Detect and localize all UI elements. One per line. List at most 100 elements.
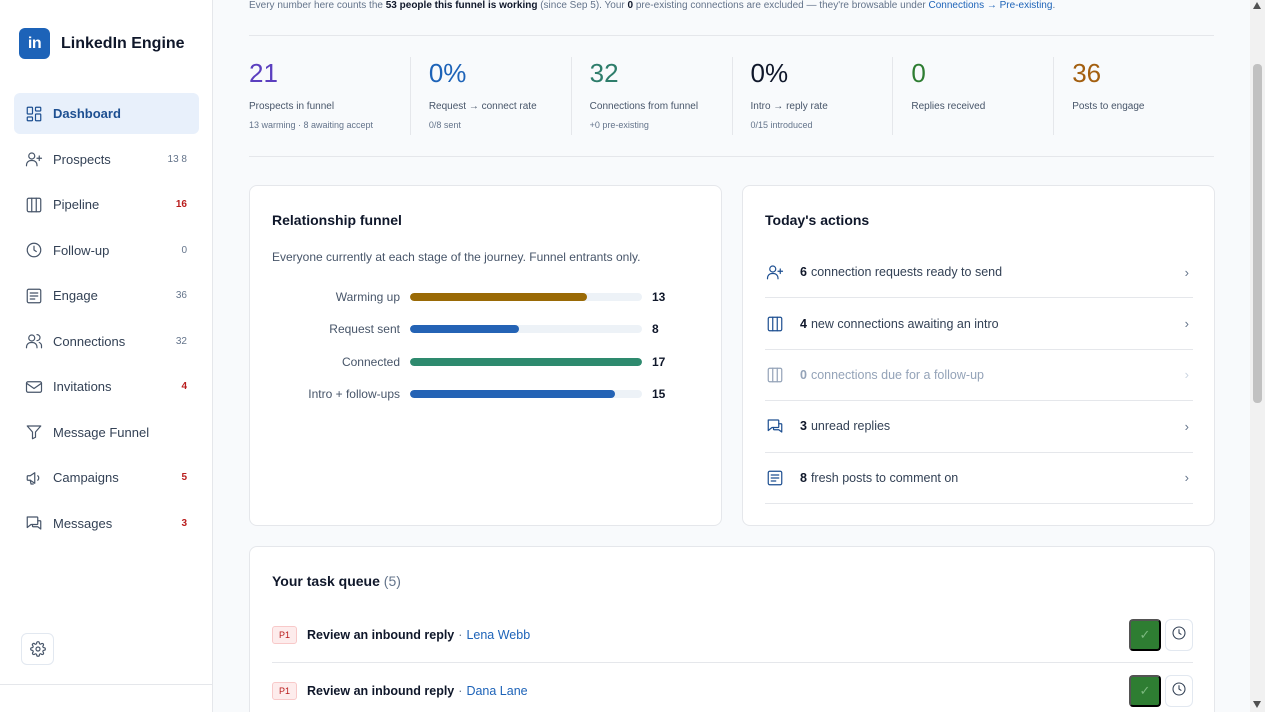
stats-row: 21 Prospects in funnel 13 warming · 8 awai… <box>249 57 1214 135</box>
sidebar-item-pipeline[interactable]: Pipeline 16 <box>14 184 199 225</box>
sidebar-item-follow-up[interactable]: Follow-up 0 <box>14 230 199 271</box>
sidebar-item-prospects[interactable]: Prospects 13 8 <box>14 139 199 180</box>
funnel-stage-request-sent: Request sent 8 <box>272 313 702 345</box>
chevron-right-icon: › <box>1184 418 1189 434</box>
main-content: Every number here counts the 53 people t… <box>213 0 1250 712</box>
task-person-link[interactable]: Lena Webb <box>466 628 530 642</box>
snooze-button[interactable] <box>1165 618 1193 651</box>
mark-done-button[interactable]: ✓ <box>1129 674 1161 707</box>
sidebar-item-label: Invitations <box>53 379 112 394</box>
action-count: 3 <box>800 419 807 434</box>
sidebar-item-label: Message Funnel <box>53 424 150 440</box>
funnel-bar-fill <box>410 357 642 366</box>
task-row[interactable]: P1 Review an inbound reply · Lena Webb ✓ <box>272 607 1193 663</box>
sidebar-item-label: Dashboard <box>53 106 121 121</box>
action-connections-due-for-a-follow-up[interactable]: 0 connections due for a follow-up › <box>765 350 1193 402</box>
check-icon: ✓ <box>1139 626 1151 642</box>
sidebar-item-badge: 16 <box>175 199 187 210</box>
stat-label: Connections from funnel <box>589 101 699 112</box>
action-unread-replies[interactable]: 3 unread replies › <box>765 401 1193 453</box>
snooze-button[interactable] <box>1165 674 1193 707</box>
chat-icon <box>25 514 43 532</box>
task-queue-card: Your task queue (5) P1 Review an inbound … <box>249 546 1215 712</box>
notice-people-count: 53 people this funnel is working <box>385 0 538 11</box>
action-new-connections-awaiting-an-intro[interactable]: 4 new connections awaiting an intro › <box>765 298 1193 350</box>
task-actions: ✓ <box>1129 674 1193 707</box>
sidebar-item-badge: 5 <box>181 472 187 483</box>
sidebar-nav: Dashboard Prospects 13 8 Pipeline 16 Follow-u… <box>14 93 199 548</box>
clock-icon <box>1171 681 1187 700</box>
brand[interactable]: in LinkedIn Engine <box>19 28 185 59</box>
stat-label: Intro → reply rate <box>750 101 828 112</box>
sidebar-item-campaigns[interactable]: Campaigns 5 <box>14 457 199 498</box>
gear-icon <box>29 641 46 657</box>
funnel-stage-value: 15 <box>652 387 666 402</box>
action-fresh-posts-to-comment-on[interactable]: 8 fresh posts to comment on › <box>765 453 1193 504</box>
sidebar-item-engage[interactable]: Engage 36 <box>14 275 199 316</box>
sidebar-item-dashboard[interactable]: Dashboard <box>14 93 199 134</box>
scrollbar-thumb[interactable] <box>1253 64 1262 403</box>
priority-badge: P1 <box>272 681 298 700</box>
stat-value: 32 <box>589 58 619 88</box>
settings-button[interactable] <box>21 633 54 665</box>
task-separator: · <box>458 683 463 698</box>
columns-icon <box>766 366 784 384</box>
stat-connections-from-funnel: 32 Connections from funnel +0 pre-existing <box>570 57 732 135</box>
post-icon <box>766 469 784 487</box>
sidebar-item-badge: 32 <box>175 335 187 347</box>
funnel-stage-label: Intro + follow-ups <box>308 387 400 402</box>
task-queue-count: (5) <box>383 573 401 589</box>
sidebar-item-connections[interactable]: Connections 32 <box>14 321 199 362</box>
mail-icon <box>25 378 43 396</box>
sidebar-item-label: Engage <box>53 288 98 303</box>
chevron-right-icon: › <box>1184 470 1189 486</box>
action-count: 0 <box>800 367 807 382</box>
page-scrollbar[interactable] <box>1250 0 1265 712</box>
scroll-up-arrow-icon[interactable] <box>1253 2 1261 9</box>
task-person-link[interactable]: Dana Lane <box>466 684 527 698</box>
action-text: 4 new connections awaiting an intro <box>800 316 999 331</box>
stat-replies-received: 0 Replies received <box>892 57 1053 135</box>
actions-title: Today's actions <box>765 212 870 228</box>
action-connection-requests-ready-to-send[interactable]: 6 connection requests ready to send › <box>765 247 1193 299</box>
action-count: 6 <box>800 265 807 280</box>
action-text: 8 fresh posts to comment on <box>800 470 959 485</box>
sidebar: in LinkedIn Engine Dashboard Prospects 13 … <box>0 0 213 712</box>
sidebar-item-label: Messages <box>53 515 113 531</box>
sidebar-item-badge: 4 <box>181 381 187 392</box>
sidebar-item-message-funnel[interactable]: Message Funnel <box>14 412 199 453</box>
stat-value: 36 <box>1072 58 1102 88</box>
funnel-bar-fill <box>410 293 588 302</box>
task-queue-title: Your task queue (5) <box>272 573 401 589</box>
stat-intro-reply-rate: 0% Intro → reply rate 0/15 introduced <box>731 57 893 135</box>
funnel-stage-label: Warming up <box>335 290 400 305</box>
mark-done-button[interactable]: ✓ <box>1129 618 1161 651</box>
stat-value: 0 <box>911 58 926 88</box>
actions-list: 6 connection requests ready to send › 4 new … <box>765 247 1193 504</box>
funnel-stage-connected: Connected 17 <box>272 346 702 378</box>
action-text: 6 connection requests ready to send <box>800 265 1003 280</box>
sidebar-item-messages[interactable]: Messages 3 <box>14 503 199 544</box>
stat-value: 21 <box>249 58 278 88</box>
user-plus-icon <box>25 150 43 168</box>
sidebar-item-label: Prospects <box>53 151 111 167</box>
scroll-down-arrow-icon[interactable] <box>1253 701 1261 708</box>
funnel-stage-value: 8 <box>652 322 659 337</box>
sidebar-item-label: Campaigns <box>53 470 119 485</box>
task-title: Review an inbound reply <box>307 683 455 698</box>
sidebar-item-label: Connections <box>53 333 126 349</box>
funnel-stage-value: 17 <box>652 354 666 369</box>
action-text: 0 connections due for a follow-up <box>800 367 984 382</box>
stat-prospects-in-funnel: 21 Prospects in funnel 13 warming · 8 awai… <box>249 57 410 135</box>
stat-label: Posts to engage <box>1072 101 1145 112</box>
user-plus-icon <box>766 263 784 281</box>
check-icon: ✓ <box>1139 682 1151 698</box>
sidebar-item-badge: 36 <box>175 290 187 301</box>
sidebar-item-invitations[interactable]: Invitations 4 <box>14 366 199 407</box>
stat-subtext: +0 pre-existing <box>589 120 649 130</box>
chat-icon <box>766 417 784 435</box>
stat-label: Prospects in funnel <box>249 101 335 112</box>
action-count: 4 <box>800 316 807 331</box>
task-row[interactable]: P1 Review an inbound reply · Dana Lane ✓ <box>272 663 1193 712</box>
preexisting-connections-link[interactable]: Connections → Pre-existing <box>928 0 1052 11</box>
